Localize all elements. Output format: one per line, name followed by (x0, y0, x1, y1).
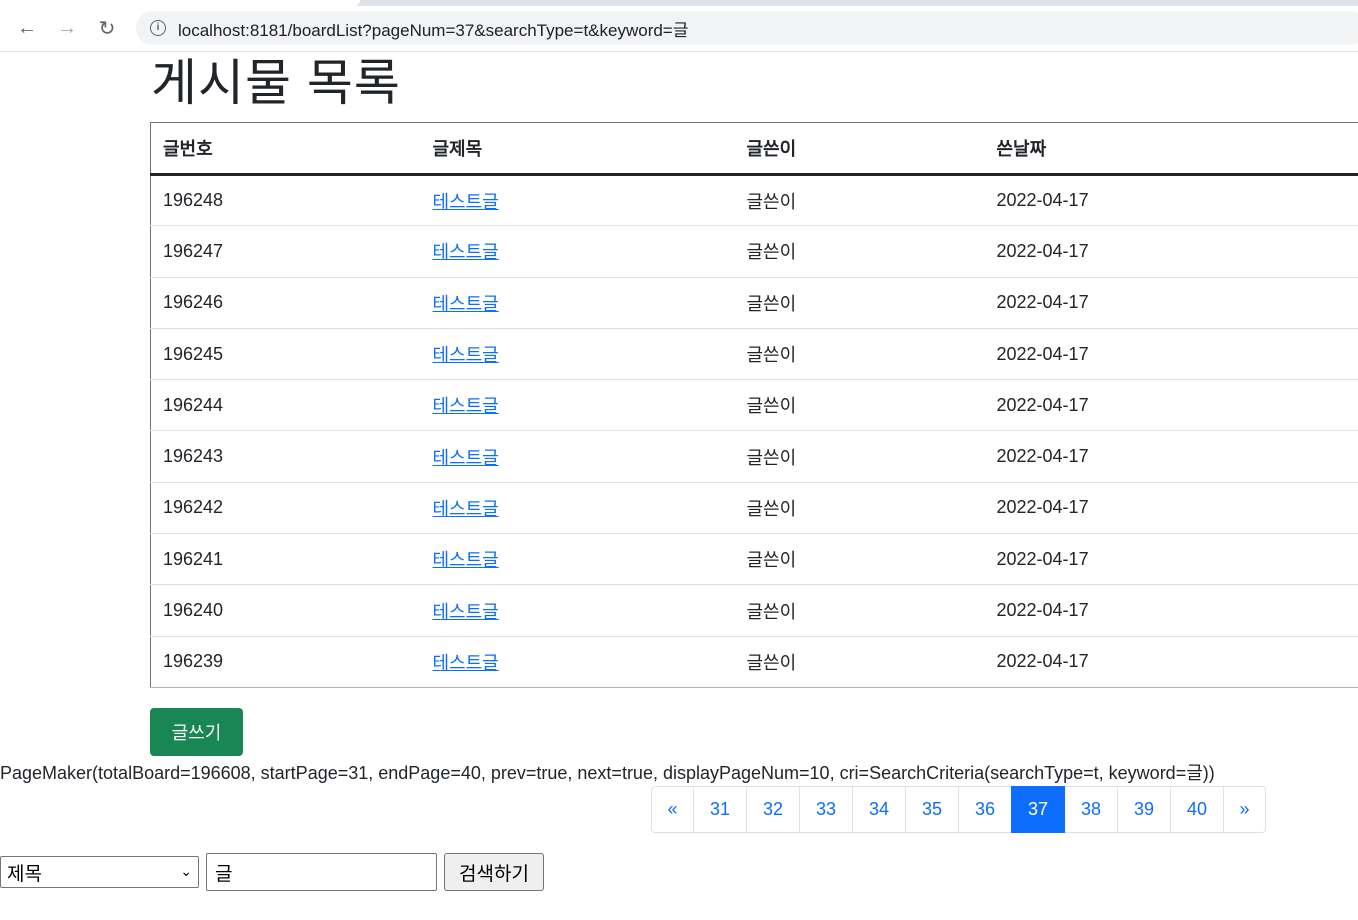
page-link[interactable]: 33 (799, 786, 853, 833)
post-date: 2022-04-17 (984, 533, 1358, 586)
table-body: 196248 테스트글 글쓴이 2022-04-17 196247 테스트글 글… (150, 174, 1358, 688)
table-row: 196246 테스트글 글쓴이 2022-04-17 (150, 277, 1358, 329)
post-title-cell: 테스트글 (420, 379, 735, 432)
post-title-link[interactable]: 테스트글 (433, 550, 499, 570)
post-title-cell: 테스트글 (420, 482, 735, 535)
back-arrow-icon[interactable]: ← (13, 14, 41, 42)
post-title-cell: 테스트글 (420, 328, 735, 381)
post-writer: 글쓴이 (734, 533, 985, 586)
page-title: 게시물 목록 (151, 55, 401, 111)
post-number: 196242 (150, 482, 421, 535)
page-maker-debug-text: PageMaker(totalBoard=196608, startPage=3… (0, 763, 1215, 783)
post-date: 2022-04-17 (984, 636, 1358, 688)
post-number: 196239 (150, 636, 421, 688)
chevron-down-icon: ⌄ (180, 863, 192, 879)
header-number: 글번호 (150, 122, 421, 176)
post-number: 196245 (150, 328, 421, 381)
post-number: 196241 (150, 533, 421, 586)
post-writer: 글쓴이 (734, 277, 985, 329)
post-date: 2022-04-17 (984, 277, 1358, 329)
page-link[interactable]: 35 (905, 786, 959, 833)
post-date: 2022-04-17 (984, 174, 1358, 227)
table-row: 196245 테스트글 글쓴이 2022-04-17 (150, 328, 1358, 381)
header-date: 쓴날짜 (984, 122, 1358, 176)
post-date: 2022-04-17 (984, 225, 1358, 278)
tab-strip (0, 0, 1358, 6)
post-title-link[interactable]: 테스트글 (433, 192, 499, 212)
page-link-active[interactable]: 37 (1011, 786, 1065, 833)
table-row: 196239 테스트글 글쓴이 2022-04-17 (150, 636, 1358, 688)
write-post-button[interactable]: 글쓰기 (150, 708, 243, 756)
post-number: 196248 (150, 174, 421, 227)
address-bar[interactable]: i localhost:8181/boardList?pageNum=37&se… (136, 11, 1358, 45)
post-writer: 글쓴이 (734, 379, 985, 432)
active-tab-edge (0, 0, 360, 6)
page-link[interactable]: 38 (1064, 786, 1118, 833)
search-type-value: 제목 (7, 863, 42, 885)
post-title-link[interactable]: 테스트글 (433, 653, 499, 673)
post-number: 196244 (150, 379, 421, 432)
post-title-link[interactable]: 테스트글 (433, 499, 499, 519)
page-link[interactable]: 32 (746, 786, 800, 833)
post-title-cell: 테스트글 (420, 636, 735, 688)
post-title-cell: 테스트글 (420, 174, 735, 227)
search-keyword-input[interactable]: 글 (206, 853, 437, 891)
post-date: 2022-04-17 (984, 379, 1358, 432)
post-title-cell: 테스트글 (420, 430, 735, 483)
table-header: 글번호 글제목 글쓴이 쓴날짜 (150, 122, 1358, 176)
pagination: « 31 32 33 34 35 36 37 38 39 40 » (651, 786, 1266, 833)
post-title-link[interactable]: 테스트글 (433, 345, 499, 365)
table-row: 196242 테스트글 글쓴이 2022-04-17 (150, 482, 1358, 535)
post-title-link[interactable]: 테스트글 (433, 602, 499, 622)
post-title-link[interactable]: 테스트글 (433, 448, 499, 468)
post-title-cell: 테스트글 (420, 277, 735, 329)
page-link[interactable]: 31 (693, 786, 747, 833)
header-row: 글번호 글제목 글쓴이 쓴날짜 (150, 122, 1358, 176)
post-number: 196240 (150, 584, 421, 637)
post-writer: 글쓴이 (734, 174, 985, 227)
page-link[interactable]: 39 (1117, 786, 1171, 833)
post-title-link[interactable]: 테스트글 (433, 242, 499, 262)
post-title-cell: 테스트글 (420, 225, 735, 278)
table-row: 196243 테스트글 글쓴이 2022-04-17 (150, 430, 1358, 483)
post-writer: 글쓴이 (734, 225, 985, 278)
address-url[interactable]: localhost:8181/boardList?pageNum=37&sear… (178, 16, 688, 41)
browser-toolbar: ← → ↻ i localhost:8181/boardList?pageNum… (0, 0, 1358, 52)
post-title-cell: 테스트글 (420, 533, 735, 586)
post-date: 2022-04-17 (984, 328, 1358, 381)
page-link[interactable]: 36 (958, 786, 1012, 833)
site-info-icon[interactable]: i (150, 20, 166, 36)
post-writer: 글쓴이 (734, 636, 985, 688)
forward-arrow-icon[interactable]: → (53, 14, 81, 42)
page-link[interactable]: 34 (852, 786, 906, 833)
post-writer: 글쓴이 (734, 430, 985, 483)
post-number: 196246 (150, 277, 421, 329)
post-title-cell: 테스트글 (420, 584, 735, 637)
post-number: 196247 (150, 225, 421, 278)
search-button[interactable]: 검색하기 (444, 853, 544, 891)
search-type-select[interactable]: 제목 ⌄ (0, 856, 199, 888)
board-table: 글번호 글제목 글쓴이 쓴날짜 196248 테스트글 글쓴이 2022-04-… (150, 122, 1358, 688)
table-row: 196247 테스트글 글쓴이 2022-04-17 (150, 225, 1358, 278)
table-row: 196241 테스트글 글쓴이 2022-04-17 (150, 533, 1358, 586)
header-title: 글제목 (420, 122, 735, 176)
post-date: 2022-04-17 (984, 584, 1358, 637)
header-writer: 글쓴이 (734, 122, 985, 176)
post-title-link[interactable]: 테스트글 (433, 396, 499, 416)
table-row: 196240 테스트글 글쓴이 2022-04-17 (150, 584, 1358, 637)
pagination-prev[interactable]: « (651, 786, 694, 833)
pagination-next[interactable]: » (1223, 786, 1266, 833)
post-date: 2022-04-17 (984, 482, 1358, 535)
page-link[interactable]: 40 (1170, 786, 1224, 833)
post-date: 2022-04-17 (984, 430, 1358, 483)
post-number: 196243 (150, 430, 421, 483)
post-title-link[interactable]: 테스트글 (433, 294, 499, 314)
post-writer: 글쓴이 (734, 584, 985, 637)
table-row: 196244 테스트글 글쓴이 2022-04-17 (150, 379, 1358, 432)
post-writer: 글쓴이 (734, 482, 985, 535)
reload-icon[interactable]: ↻ (93, 14, 121, 42)
post-writer: 글쓴이 (734, 328, 985, 381)
table-row: 196248 테스트글 글쓴이 2022-04-17 (150, 174, 1358, 227)
